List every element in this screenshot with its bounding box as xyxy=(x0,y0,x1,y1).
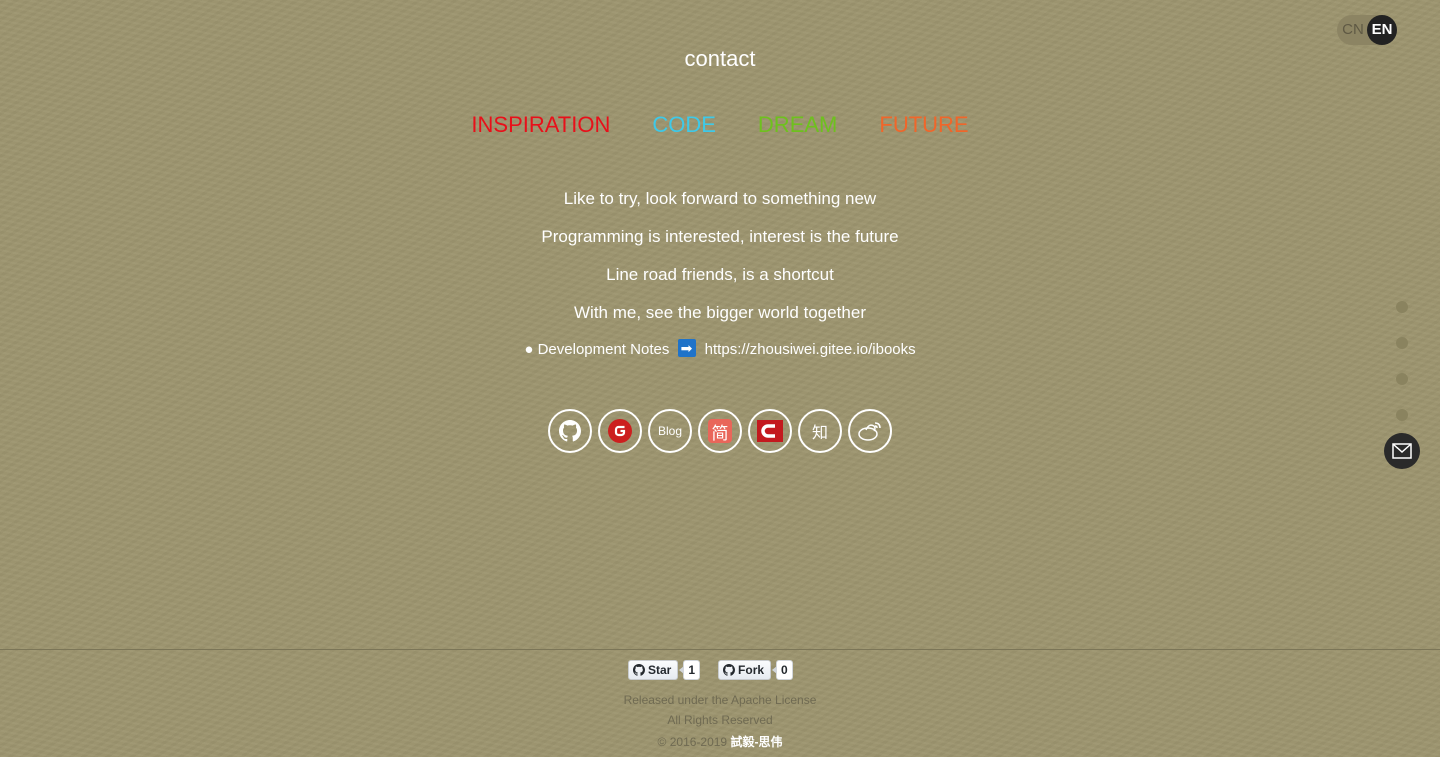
github-link[interactable] xyxy=(548,409,592,453)
keyword-inspiration: INSPIRATION xyxy=(471,112,611,137)
blog-icon: Blog xyxy=(657,424,683,438)
rights-text: All Rights Reserved xyxy=(667,713,773,727)
copyright: © 2016-2019 試毅-思伟 xyxy=(0,733,1440,750)
fork-group: Fork 0 xyxy=(718,660,793,680)
gitee-icon xyxy=(608,419,632,443)
contact-section-button[interactable] xyxy=(1384,433,1420,469)
motto-line: Programming is interested, interest is t… xyxy=(541,227,899,246)
development-notes: ● Development Notes ➡ https://zhousiwei.… xyxy=(0,339,1440,358)
social-links: Blog 简 知 xyxy=(548,409,892,453)
section-dot[interactable] xyxy=(1396,409,1408,421)
fork-button[interactable]: Fork xyxy=(718,660,772,680)
notes-label: Development Notes xyxy=(537,341,670,358)
section-dot[interactable] xyxy=(1396,337,1408,349)
fork-count[interactable]: 0 xyxy=(772,660,793,680)
copyright-years: © 2016-2019 xyxy=(657,735,728,749)
mail-icon xyxy=(1392,443,1412,459)
notes-link[interactable]: https://zhousiwei.gitee.io/ibooks xyxy=(705,341,916,358)
motto-line: Line road friends, is a shortcut xyxy=(606,265,834,284)
author-name: 試毅-思伟 xyxy=(730,735,783,749)
keyword-code: CODE xyxy=(652,112,716,137)
star-label: Star xyxy=(648,663,672,677)
jianshu-link[interactable]: 简 xyxy=(698,409,742,453)
github-icon xyxy=(633,664,645,676)
motto-lines: Like to try, look forward to something n… xyxy=(0,187,1440,339)
section-dot[interactable] xyxy=(1396,373,1408,385)
star-button[interactable]: Star xyxy=(628,660,679,680)
bullet: ● xyxy=(524,341,534,358)
lang-cn-option[interactable]: CN xyxy=(1340,15,1366,45)
zhihu-icon: 知 xyxy=(811,423,828,442)
star-count[interactable]: 1 xyxy=(679,660,701,680)
weibo-link[interactable] xyxy=(848,409,892,453)
gitee-link[interactable] xyxy=(598,409,642,453)
license-text: Released under the Apache License xyxy=(623,693,817,707)
keyword-future: FUTURE xyxy=(879,112,969,137)
page-title: contact xyxy=(684,46,756,71)
motto-line: With me, see the bigger world together xyxy=(574,303,866,322)
zhihu-link[interactable]: 知 xyxy=(798,409,842,453)
language-toggle[interactable]: CN EN xyxy=(1337,15,1397,45)
star-group: Star 1 xyxy=(628,660,701,680)
csdn-icon xyxy=(757,420,783,442)
blog-link[interactable]: Blog xyxy=(648,409,692,453)
keyword-row: INSPIRATION CODE DREAM FUTURE xyxy=(0,112,1440,138)
github-icon xyxy=(559,420,581,442)
motto-line: Like to try, look forward to something n… xyxy=(563,189,877,208)
csdn-link[interactable] xyxy=(748,409,792,453)
fork-label: Fork xyxy=(738,663,765,677)
arrow-right-icon: ➡ xyxy=(677,339,696,357)
section-dot[interactable] xyxy=(1396,301,1408,313)
weibo-icon xyxy=(858,422,881,441)
jianshu-icon: 简 xyxy=(708,419,732,444)
keyword-dream: DREAM xyxy=(757,112,838,137)
lang-en-option[interactable]: EN xyxy=(1367,15,1397,45)
footer-divider xyxy=(0,649,1440,650)
github-buttons: Star 1 Fork 0 xyxy=(628,660,793,680)
github-icon xyxy=(723,664,736,676)
